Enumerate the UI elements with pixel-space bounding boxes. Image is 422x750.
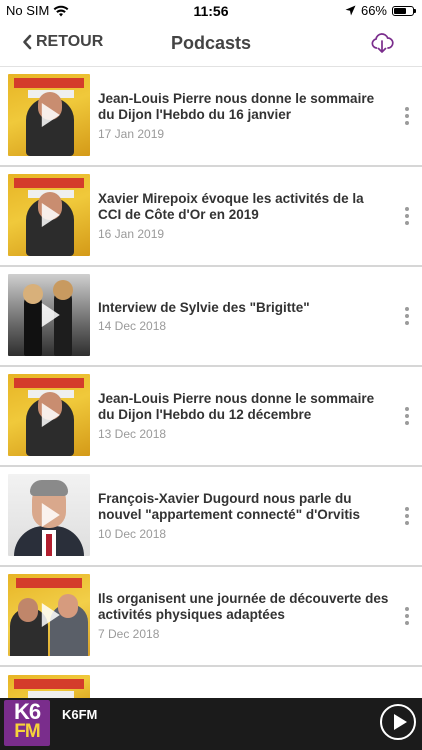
play-button[interactable]	[380, 704, 416, 740]
play-icon	[41, 403, 60, 427]
battery-percent: 66%	[360, 3, 387, 18]
more-options-icon[interactable]	[404, 107, 410, 125]
station-name: K6FM	[62, 707, 98, 722]
cloud-download-icon	[371, 33, 394, 53]
more-options-icon[interactable]	[404, 607, 410, 625]
download-button[interactable]	[370, 31, 394, 60]
podcast-row[interactable]: Xavier Mirepoix évoque les activités de …	[0, 167, 422, 267]
nav-bar: RETOUR Podcasts	[0, 22, 422, 67]
podcast-row[interactable]: Jean-Louis Pierre nous donne le sommaire…	[0, 67, 422, 167]
battery-fill	[394, 7, 406, 14]
podcast-date: 17 Jan 2019	[98, 127, 165, 141]
podcast-thumbnail[interactable]	[8, 174, 90, 256]
podcast-row[interactable]: Ils organisent une journée de découverte…	[0, 567, 422, 667]
podcast-title: François-Xavier Dugourd nous parle du no…	[98, 491, 361, 522]
play-icon	[41, 503, 60, 527]
podcast-date: 14 Dec 2018	[98, 319, 167, 333]
podcast-thumbnail[interactable]	[8, 74, 90, 156]
podcast-date: 16 Jan 2019	[98, 227, 165, 241]
status-right: 66%	[345, 3, 416, 18]
more-options-icon[interactable]	[404, 507, 410, 525]
more-options-icon[interactable]	[404, 407, 410, 425]
podcast-thumbnail[interactable]	[8, 574, 90, 656]
podcast-date: 13 Dec 2018	[98, 427, 167, 441]
logo-bottom: FM	[14, 721, 40, 742]
podcast-row[interactable]: François-Xavier Dugourd nous parle du no…	[0, 467, 422, 567]
play-icon	[41, 103, 60, 127]
play-icon	[41, 603, 60, 627]
podcast-thumbnail[interactable]	[8, 274, 90, 356]
podcast-row[interactable]: Jean-Louis Pierre nous donne le sommaire…	[0, 367, 422, 467]
location-arrow-icon	[345, 5, 356, 16]
play-icon	[41, 303, 60, 327]
podcast-thumbnail[interactable]	[8, 474, 90, 556]
mini-player[interactable]: K6 FM K6FM	[0, 698, 422, 750]
battery-icon	[392, 5, 416, 16]
status-bar: No SIM 11:56 66%	[0, 0, 422, 22]
play-icon	[41, 203, 60, 227]
podcast-thumbnail[interactable]	[8, 374, 90, 456]
podcast-title: Ils organisent une journée de découverte…	[98, 591, 389, 622]
station-logo: K6 FM	[4, 700, 50, 746]
page-title: Podcasts	[170, 33, 252, 53]
logo-top: K6	[13, 699, 41, 724]
podcast-title: Xavier Mirepoix évoque les activités de …	[98, 191, 364, 222]
more-options-icon[interactable]	[404, 307, 410, 325]
podcast-date: 7 Dec 2018	[98, 627, 160, 641]
podcast-title: Jean-Louis Pierre nous donne le sommaire…	[98, 91, 375, 122]
podcast-title: Jean-Louis Pierre nous donne le sommaire…	[98, 391, 375, 422]
podcast-row[interactable]: Interview de Sylvie des "Brigitte" 14 De…	[0, 267, 422, 367]
podcast-date: 10 Dec 2018	[98, 527, 167, 541]
podcast-list: Jean-Louis Pierre nous donne le sommaire…	[0, 67, 422, 715]
podcast-title: Interview de Sylvie des "Brigitte"	[98, 300, 310, 315]
more-options-icon[interactable]	[404, 207, 410, 225]
